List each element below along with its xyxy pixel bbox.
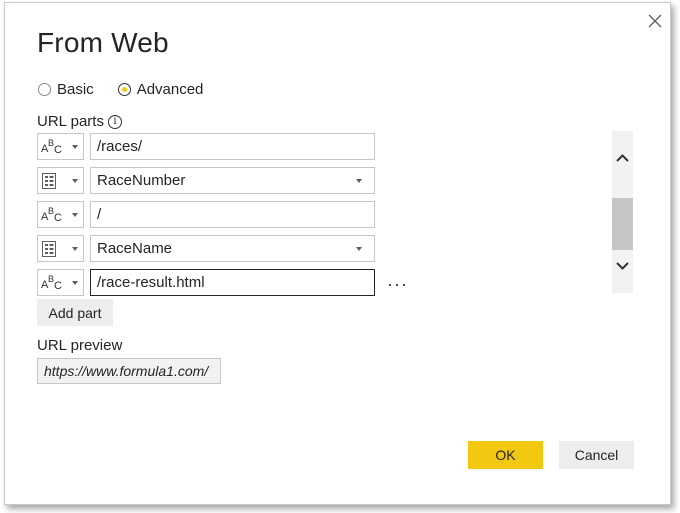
url-parts-scrollbar[interactable]	[612, 131, 633, 293]
radio-basic-label: Basic	[57, 81, 94, 98]
url-part-input[interactable]	[90, 269, 375, 296]
add-part-button[interactable]: Add part	[37, 299, 113, 326]
radio-advanced-circle[interactable]	[117, 83, 131, 96]
scrollbar-thumb[interactable]	[612, 198, 633, 250]
parameter-select-value: RaceName	[97, 240, 173, 257]
ok-button[interactable]: OK	[468, 441, 543, 469]
url-parts-label-row: URL parts i	[37, 113, 122, 130]
part-type-dropdown-parameter[interactable]	[37, 235, 84, 262]
chevron-down-icon	[356, 178, 362, 183]
url-parts-list: ABC RaceNumber ABC	[37, 133, 417, 298]
url-part-row: RaceName	[37, 235, 375, 262]
parameter-select[interactable]: RaceName	[90, 235, 375, 262]
chevron-up-icon[interactable]	[615, 151, 630, 166]
url-part-row: RaceNumber	[37, 167, 375, 194]
url-preview-label: URL preview	[37, 337, 123, 354]
radio-basic[interactable]: Basic	[38, 81, 94, 98]
url-part-row: ABC	[37, 133, 375, 160]
radio-advanced-label: Advanced	[136, 81, 204, 98]
chevron-down-icon	[72, 246, 78, 251]
part-type-dropdown-text[interactable]: ABC	[37, 201, 84, 228]
radio-advanced[interactable]: Advanced	[117, 81, 204, 98]
chevron-down-icon	[72, 280, 78, 285]
from-web-dialog: From Web Basic Advanced URL parts i ABC	[4, 2, 671, 505]
part-type-dropdown-text[interactable]: ABC	[37, 269, 84, 296]
url-preview-value: https://www.formula1.com/	[37, 358, 221, 384]
url-parts-label: URL parts	[37, 113, 104, 130]
chevron-down-icon	[72, 144, 78, 149]
mode-radio-group: Basic Advanced	[38, 81, 227, 98]
part-type-dropdown-text[interactable]: ABC	[37, 133, 84, 160]
parameter-type-icon	[41, 172, 63, 190]
text-type-icon: ABC	[41, 273, 62, 292]
part-type-dropdown-parameter[interactable]	[37, 167, 84, 194]
url-part-row: ABC	[37, 201, 375, 228]
info-icon[interactable]: i	[107, 114, 122, 129]
parameter-type-icon	[41, 240, 63, 258]
parameter-select[interactable]: RaceNumber	[90, 167, 375, 194]
chevron-down-icon	[72, 178, 78, 183]
more-options-icon[interactable]: ···	[387, 275, 408, 293]
url-part-row: ABC	[37, 269, 375, 296]
text-type-icon: ABC	[41, 205, 62, 224]
url-part-input[interactable]	[90, 133, 375, 160]
chevron-down-icon	[72, 212, 78, 217]
parameter-select-value: RaceNumber	[97, 172, 186, 189]
close-icon[interactable]	[645, 11, 665, 31]
chevron-down-icon[interactable]	[615, 258, 630, 273]
chevron-down-icon	[356, 246, 362, 251]
radio-basic-circle[interactable]	[38, 83, 51, 96]
url-part-input[interactable]	[90, 201, 375, 228]
cancel-button[interactable]: Cancel	[559, 441, 634, 469]
text-type-icon: ABC	[41, 137, 62, 156]
dialog-title: From Web	[37, 27, 169, 58]
